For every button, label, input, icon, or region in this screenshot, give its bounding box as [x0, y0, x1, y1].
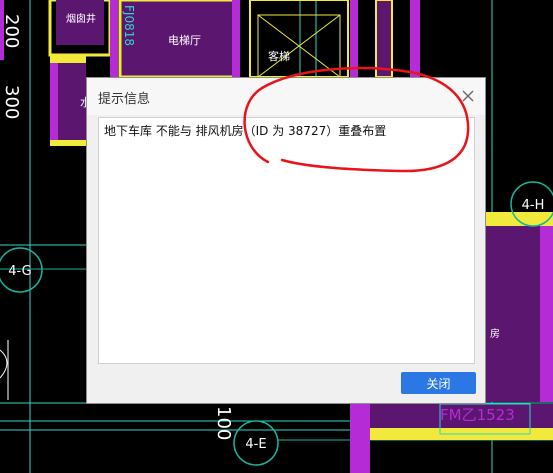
- cad-label-well: 烟囱井: [66, 12, 96, 25]
- cad-dim-300: 300: [1, 85, 22, 119]
- close-icon-glyph: [462, 90, 474, 102]
- cad-dim-100: 100: [213, 406, 234, 440]
- dialog-header: 提示信息: [87, 78, 485, 115]
- axis-bubble-a-label: 4-G: [8, 264, 32, 279]
- axis-bubble-b-label: 4-H: [522, 198, 545, 213]
- dialog-message: 地下车库 不能与 排风机房（ID 为 38727）重叠布置: [98, 117, 475, 364]
- cad-label-lift: 客梯: [268, 49, 290, 63]
- cad-label-room-code: FJ0818: [122, 5, 136, 46]
- notice-dialog: 提示信息 地下车库 不能与 排风机房（ID 为 38727）重叠布置 关闭: [86, 77, 486, 404]
- cad-label-room-code-bottom: FM乙1523: [440, 406, 515, 424]
- cad-dim-200: 200: [1, 14, 22, 48]
- close-icon[interactable]: [457, 85, 479, 107]
- axis-bubble-c: 4-E: [233, 420, 279, 466]
- axis-bubble-c-label: 4-E: [245, 437, 266, 452]
- cad-label-elevator-lobby: 电梯厅: [168, 34, 201, 47]
- cad-label-partial-right: 房: [490, 327, 500, 340]
- cad-elevator-block: [249, 0, 420, 78]
- cad-left-edge: [0, 0, 9, 400]
- axis-bubble-a: 4-G: [0, 247, 43, 293]
- close-button[interactable]: 关闭: [401, 372, 476, 394]
- dialog-title: 提示信息: [98, 92, 151, 107]
